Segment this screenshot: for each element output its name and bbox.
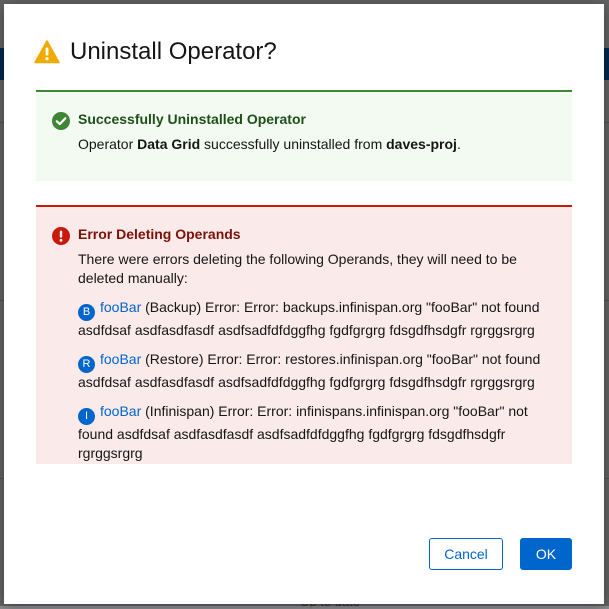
operand-error-message: (Infinispan) Error: Error: infinispans.i… [78, 403, 528, 461]
backup-kind-badge-icon: B [78, 304, 95, 321]
operator-name: Data Grid [137, 136, 201, 152]
operand-error-item: BfooBar (Backup) Error: Error: backups.i… [78, 298, 548, 340]
error-alert-title: Error Deleting Operands [78, 226, 241, 242]
success-alert-title: Successfully Uninstalled Operator [78, 111, 306, 127]
operand-error-message: (Backup) Error: Error: backups.infinispa… [78, 299, 540, 338]
namespace-name: daves-proj [386, 136, 457, 152]
ok-button[interactable]: OK [520, 538, 572, 570]
operand-error-item: IfooBar (Infinispan) Error: Error: infin… [78, 402, 548, 463]
modal-header: Uninstall Operator? [34, 38, 277, 66]
operand-link[interactable]: fooBar [100, 351, 141, 367]
success-alert: Successfully Uninstalled Operator Operat… [36, 90, 572, 181]
infinispan-kind-badge-icon: I [78, 408, 95, 425]
success-text-suffix: . [456, 136, 461, 152]
operand-error-message: (Restore) Error: Error: restores.infinis… [78, 351, 541, 390]
exclamation-circle-icon [52, 227, 70, 245]
operand-error-item: RfooBar (Restore) Error: Error: restores… [78, 350, 548, 392]
error-alert-description: There were errors deleting the following… [78, 251, 517, 286]
operand-link[interactable]: fooBar [100, 403, 141, 419]
check-circle-icon [52, 112, 70, 130]
uninstall-operator-modal: Uninstall Operator? Successfully Uninsta… [4, 4, 604, 604]
success-text-middle: successfully uninstalled from [200, 136, 387, 152]
success-text-prefix: Operator [78, 136, 138, 152]
cancel-button[interactable]: Cancel [429, 538, 503, 570]
operand-link[interactable]: fooBar [100, 299, 141, 315]
error-alert: Error Deleting Operands There were error… [36, 205, 572, 464]
success-alert-message: Operator Data Grid successfully uninstal… [78, 135, 548, 154]
warning-triangle-icon [34, 40, 60, 64]
restore-kind-badge-icon: R [78, 356, 95, 373]
modal-title: Uninstall Operator? [70, 38, 277, 65]
